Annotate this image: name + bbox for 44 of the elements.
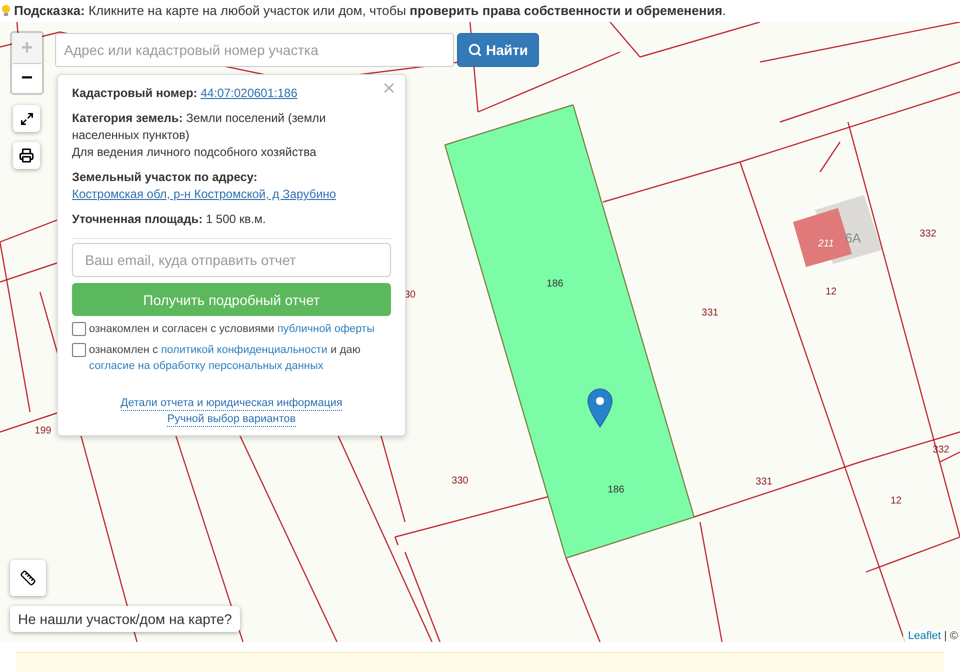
hint-text: Подсказка: Кликните на карте на любой участок или дом, чтобы проверить права собственности и обременения. — [14, 3, 726, 19]
consent-text: ознакомлен и согласен с условиями публичной оферты — [89, 322, 374, 337]
measure-button[interactable] — [10, 560, 46, 596]
print-button[interactable] — [13, 142, 40, 169]
attribution-text: | © — [944, 630, 958, 642]
search-icon — [468, 43, 482, 57]
leaflet-link[interactable]: Leaflet — [908, 630, 941, 642]
search-button[interactable]: Найти — [457, 33, 539, 67]
consent-link[interactable]: политикой конфиденциальности — [161, 344, 328, 356]
details-link[interactable]: Детали отчета и юридическая информация — [120, 396, 342, 411]
cadastral-number-text: Кадастровый номер: 44:07:020601:186 — [72, 85, 298, 102]
details-link[interactable]: Ручной выбор вариантов — [167, 412, 296, 427]
consent-link[interactable]: согласие на обработку персональных данных — [89, 360, 324, 372]
parcel-number: 186 — [546, 278, 564, 290]
consent-checkbox[interactable] — [72, 322, 86, 336]
ruler-icon — [20, 570, 36, 586]
parcel-number: 12 — [890, 496, 902, 506]
not-found-prompt[interactable]: Не нашли участок/дом на карте? — [10, 606, 240, 632]
parcel-number: 186 — [608, 484, 624, 496]
email-field[interactable]: Ваш email, куда отправить отчет — [72, 243, 391, 277]
lightbulb-icon — [2, 4, 10, 18]
search-field[interactable]: Адрес или кадастровый номер участка — [55, 33, 454, 67]
building-number: 211 — [818, 238, 834, 250]
cadastral-number-link[interactable]: 44:07:020601:186 — [200, 86, 298, 100]
get-report-button[interactable]: Получить подробный отчет — [72, 283, 391, 316]
address-text: Земельный участок по адресу: Костромская обл, р-н Костромской, д Зарубино — [72, 169, 338, 203]
land-use-text: Для ведения личного подсобного хозяйства — [72, 144, 318, 161]
parcel-number: 331 — [702, 308, 718, 318]
area-text: Уточненная площадь: 1 500 кв.м. — [72, 211, 267, 228]
consent-checkbox[interactable] — [72, 343, 86, 357]
parcel-number: 199 — [34, 426, 52, 436]
parcel-number: 12 — [825, 286, 837, 298]
parcel-number: 330 — [452, 476, 468, 486]
parcel-number: 331 — [756, 476, 772, 488]
consent-link[interactable]: публичной оферты — [277, 323, 374, 335]
consent-text: ознакомлен с политикой конфиденциальности и даю согласие на обработку персональных данных — [89, 343, 362, 374]
map-marker-icon[interactable] — [588, 388, 612, 428]
expand-icon — [20, 112, 34, 126]
land-category-text: Категория земель: Земли поселений (земли населенных пунктов) — [72, 110, 327, 144]
address-link[interactable]: Костромская обл, р-н Костромской, д Зарубино — [72, 187, 336, 201]
print-icon — [19, 148, 34, 163]
fullscreen-button[interactable] — [13, 105, 40, 132]
zoom-out-button[interactable]: − — [12, 63, 42, 93]
parcel-number: 332 — [920, 228, 936, 240]
